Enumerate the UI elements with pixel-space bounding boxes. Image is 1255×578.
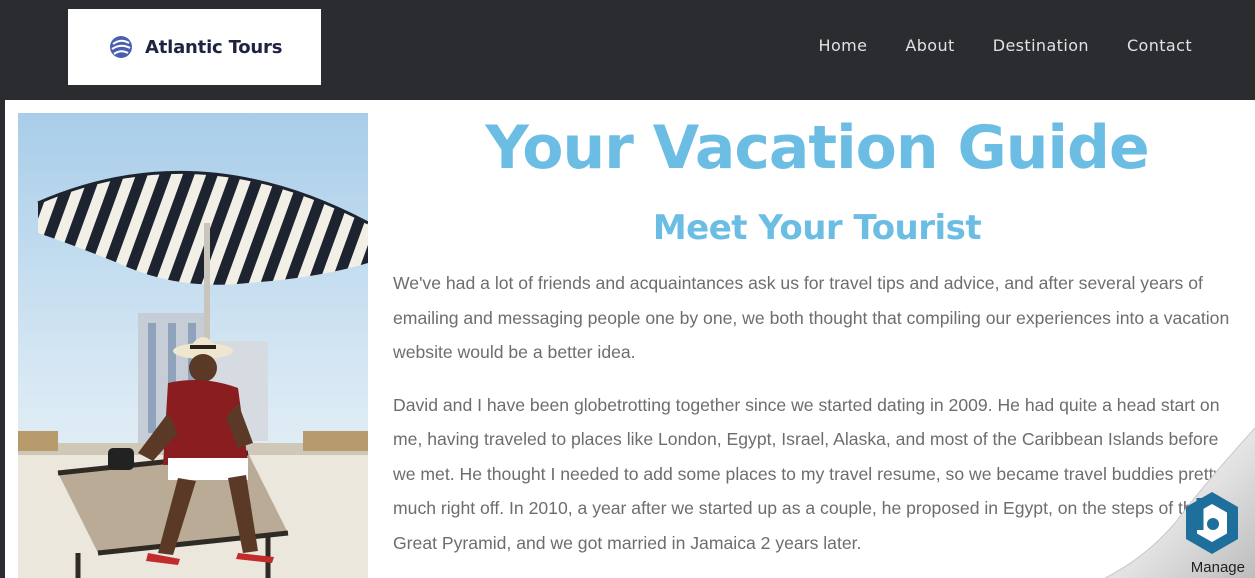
site-header: Atlantic Tours Home About Destination Co…	[0, 0, 1255, 100]
window-edge	[0, 0, 5, 578]
manage-widget[interactable]: Manage	[1104, 427, 1255, 578]
logo-text: Atlantic Tours	[145, 36, 283, 58]
site-logo[interactable]: Atlantic Tours	[68, 9, 321, 85]
logo-swirl-icon	[110, 36, 132, 58]
intro-paragraph: We've had a lot of friends and acquainta…	[393, 273, 1230, 362]
section-subtitle: Meet Your Tourist	[652, 208, 982, 248]
main-nav: Home About Destination Contact	[781, 36, 1192, 55]
nav-about[interactable]: About	[905, 36, 954, 55]
page-title: Your Vacation Guide	[485, 113, 1149, 183]
manage-hexagon-icon	[1186, 492, 1238, 554]
nav-destination[interactable]: Destination	[993, 36, 1089, 55]
nav-contact[interactable]: Contact	[1127, 36, 1192, 55]
manage-label: Manage	[1190, 559, 1245, 576]
tourist-photo	[18, 113, 368, 578]
nav-home[interactable]: Home	[819, 36, 868, 55]
